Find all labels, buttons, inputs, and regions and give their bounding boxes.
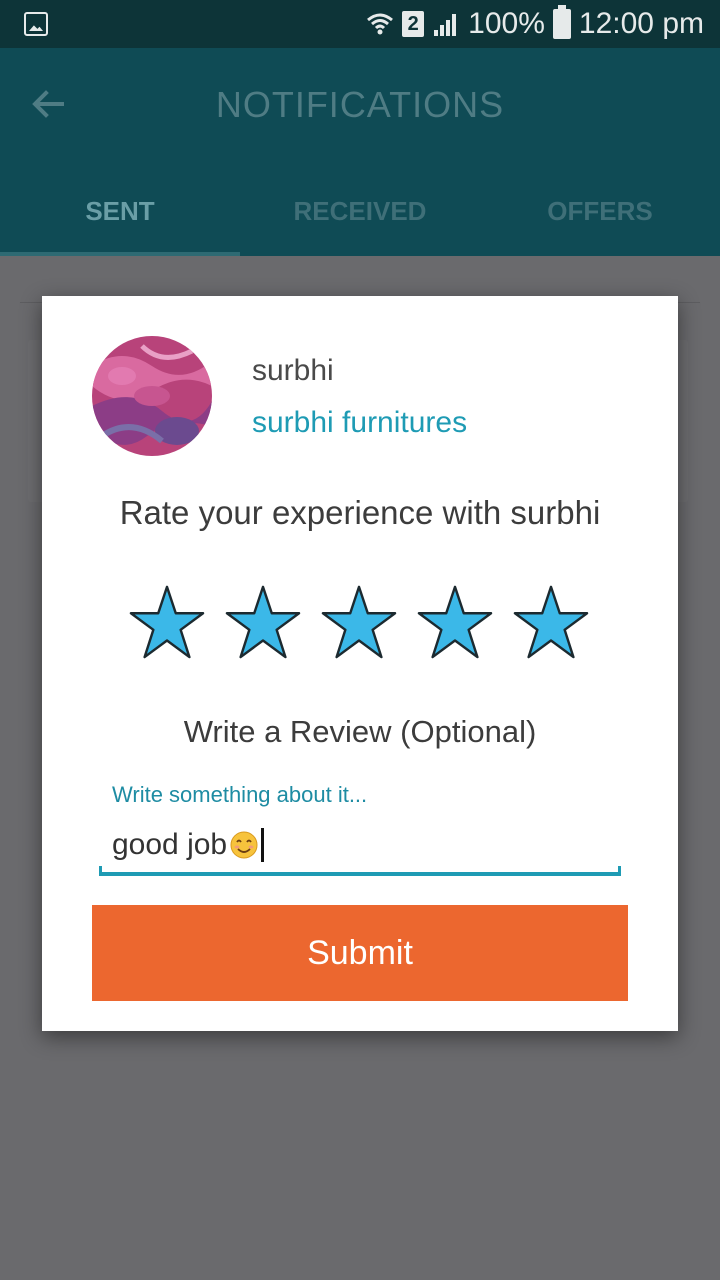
- tab-bar: SENT RECEIVED OFFERS: [0, 180, 720, 256]
- review-input[interactable]: good job: [112, 828, 265, 862]
- rate-prompt: Rate your experience with surbhi: [119, 494, 601, 531]
- star-icon[interactable]: [224, 584, 302, 660]
- text-cursor: [261, 828, 265, 862]
- tab-offers[interactable]: OFFERS: [480, 180, 720, 256]
- star-icon[interactable]: [512, 584, 590, 660]
- star-icon[interactable]: [416, 584, 494, 660]
- user-name: surbhi: [252, 354, 334, 387]
- company-name[interactable]: surbhi furnitures: [252, 406, 467, 440]
- review-title: Write a Review (Optional): [183, 714, 537, 749]
- status-bar: 2 100% 12:00 pm: [0, 0, 720, 48]
- avatar: [92, 336, 212, 456]
- status-icons: 2 100% 12:00 pm: [366, 0, 704, 48]
- star-icon[interactable]: [320, 584, 398, 660]
- image-notification-icon: [24, 12, 48, 36]
- page-title: NOTIFICATIONS: [215, 84, 505, 125]
- rating-dialog: surbhi surbhi furnitures Rate your exper…: [42, 296, 678, 1031]
- sim-icon: 2: [402, 11, 425, 37]
- review-input-underline: [99, 866, 621, 876]
- signal-icon: [434, 14, 457, 36]
- tab-sent[interactable]: SENT: [0, 180, 240, 256]
- star-rating: [128, 584, 590, 660]
- battery-icon: [552, 5, 571, 39]
- clock: 12:00 pm: [578, 7, 704, 40]
- tab-received[interactable]: RECEIVED: [240, 180, 480, 256]
- review-input-text: good job: [112, 828, 228, 861]
- smiley-emoji-icon: [230, 831, 258, 859]
- review-field-label: Write something about it...: [112, 782, 368, 807]
- wifi-icon: [367, 13, 394, 35]
- app-bar: NOTIFICATIONS SENT RECEIVED OFFERS: [0, 48, 720, 256]
- avatar-image: [92, 336, 212, 456]
- star-icon[interactable]: [128, 584, 206, 660]
- submit-button[interactable]: Submit: [92, 905, 628, 1001]
- battery-percent: 100%: [468, 7, 545, 40]
